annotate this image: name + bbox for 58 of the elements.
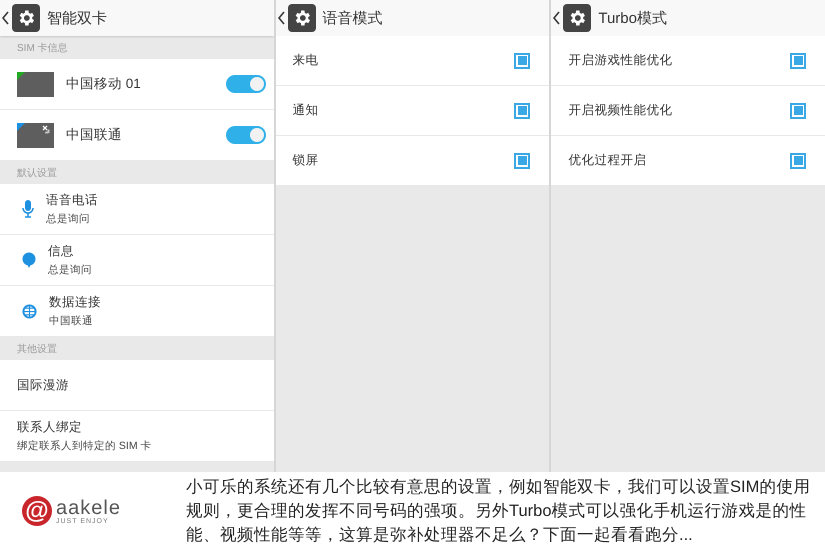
- list-row[interactable]: 中国移动 01: [0, 59, 274, 110]
- settings-icon[interactable]: [12, 4, 40, 32]
- setting-description: 绑定联系人到特定的 SIM 卡: [17, 439, 153, 453]
- sim-card-icon: [17, 72, 54, 96]
- chat-bubble-icon: [22, 252, 36, 268]
- list-row[interactable]: 开启视频性能优化: [551, 86, 825, 136]
- screen-title: Turbo模式: [598, 8, 667, 28]
- back-icon[interactable]: [553, 11, 560, 25]
- sim-card-icon: [17, 122, 54, 148]
- caption-text: 小可乐的系统还有几个比较有意思的设置，例如智能双卡，我们可以设置SIM的使用规则，更合理的发挥不同号码的强项。另外Turbo模式可以强化手机运行游戏是的性能、视频性能等等，这算是弥补处理器不足么？下面一起看看跑分...: [186, 477, 812, 546]
- option-label: 开启游戏性能优化: [568, 52, 674, 69]
- sim-name: 中国联通: [66, 126, 123, 144]
- list-row[interactable]: 中国联通: [0, 110, 274, 161]
- section-header: 默认设置: [17, 166, 57, 180]
- list-row[interactable]: 来电: [276, 36, 550, 86]
- list-row[interactable]: 联系人绑定 绑定联系人到特定的 SIM 卡: [0, 411, 274, 462]
- sim-name: 中国移动 01: [66, 75, 142, 93]
- checkbox[interactable]: [790, 52, 806, 68]
- checkbox[interactable]: [514, 52, 530, 68]
- microphone-icon: [22, 200, 34, 218]
- list-row[interactable]: 信息 总是询问: [0, 235, 274, 286]
- list-row[interactable]: 语音电话 总是询问: [0, 184, 274, 235]
- option-label: 锁屏: [292, 152, 320, 169]
- option-label: 来电: [292, 52, 320, 69]
- toggle-switch[interactable]: [226, 126, 266, 144]
- screen-title: 语音模式: [322, 8, 383, 28]
- list-row[interactable]: 优化过程开启: [551, 136, 825, 186]
- globe-icon: [22, 304, 37, 318]
- list-row[interactable]: 开启游戏性能优化: [551, 36, 825, 86]
- section-header: 其他设置: [17, 342, 57, 356]
- option-label: 优化过程开启: [568, 152, 648, 169]
- setting-title: 信息: [48, 243, 75, 260]
- list-row[interactable]: 锁屏: [276, 136, 550, 186]
- setting-title: 数据连接: [49, 294, 102, 311]
- setting-value: 中国联通: [49, 314, 94, 328]
- checkbox[interactable]: [514, 152, 530, 168]
- back-icon[interactable]: [278, 11, 285, 25]
- list-row[interactable]: 通知: [276, 86, 550, 136]
- logo-mark: @: [22, 496, 52, 526]
- settings-icon[interactable]: [288, 4, 316, 32]
- option-label: 通知: [292, 102, 320, 119]
- setting-title: 联系人绑定: [17, 419, 83, 436]
- checkbox[interactable]: [514, 102, 530, 118]
- option-label: 开启视频性能优化: [568, 102, 674, 119]
- screen-title: 智能双卡: [47, 8, 107, 28]
- setting-title: 国际漫游: [17, 376, 70, 394]
- checkbox[interactable]: [790, 102, 806, 118]
- logo-wordmark: aakele: [56, 498, 121, 518]
- settings-icon[interactable]: [563, 4, 592, 32]
- setting-title: 语音电话: [46, 192, 99, 209]
- checkbox[interactable]: [790, 152, 806, 168]
- list-row[interactable]: 国际漫游: [0, 360, 274, 411]
- section-header: SIM 卡信息: [17, 42, 68, 54]
- setting-value: 总是询问: [46, 212, 91, 226]
- back-icon[interactable]: [2, 11, 9, 25]
- list-row[interactable]: 数据连接 中国联通: [0, 286, 274, 337]
- setting-value: 总是询问: [48, 263, 93, 277]
- toggle-switch[interactable]: [226, 75, 266, 93]
